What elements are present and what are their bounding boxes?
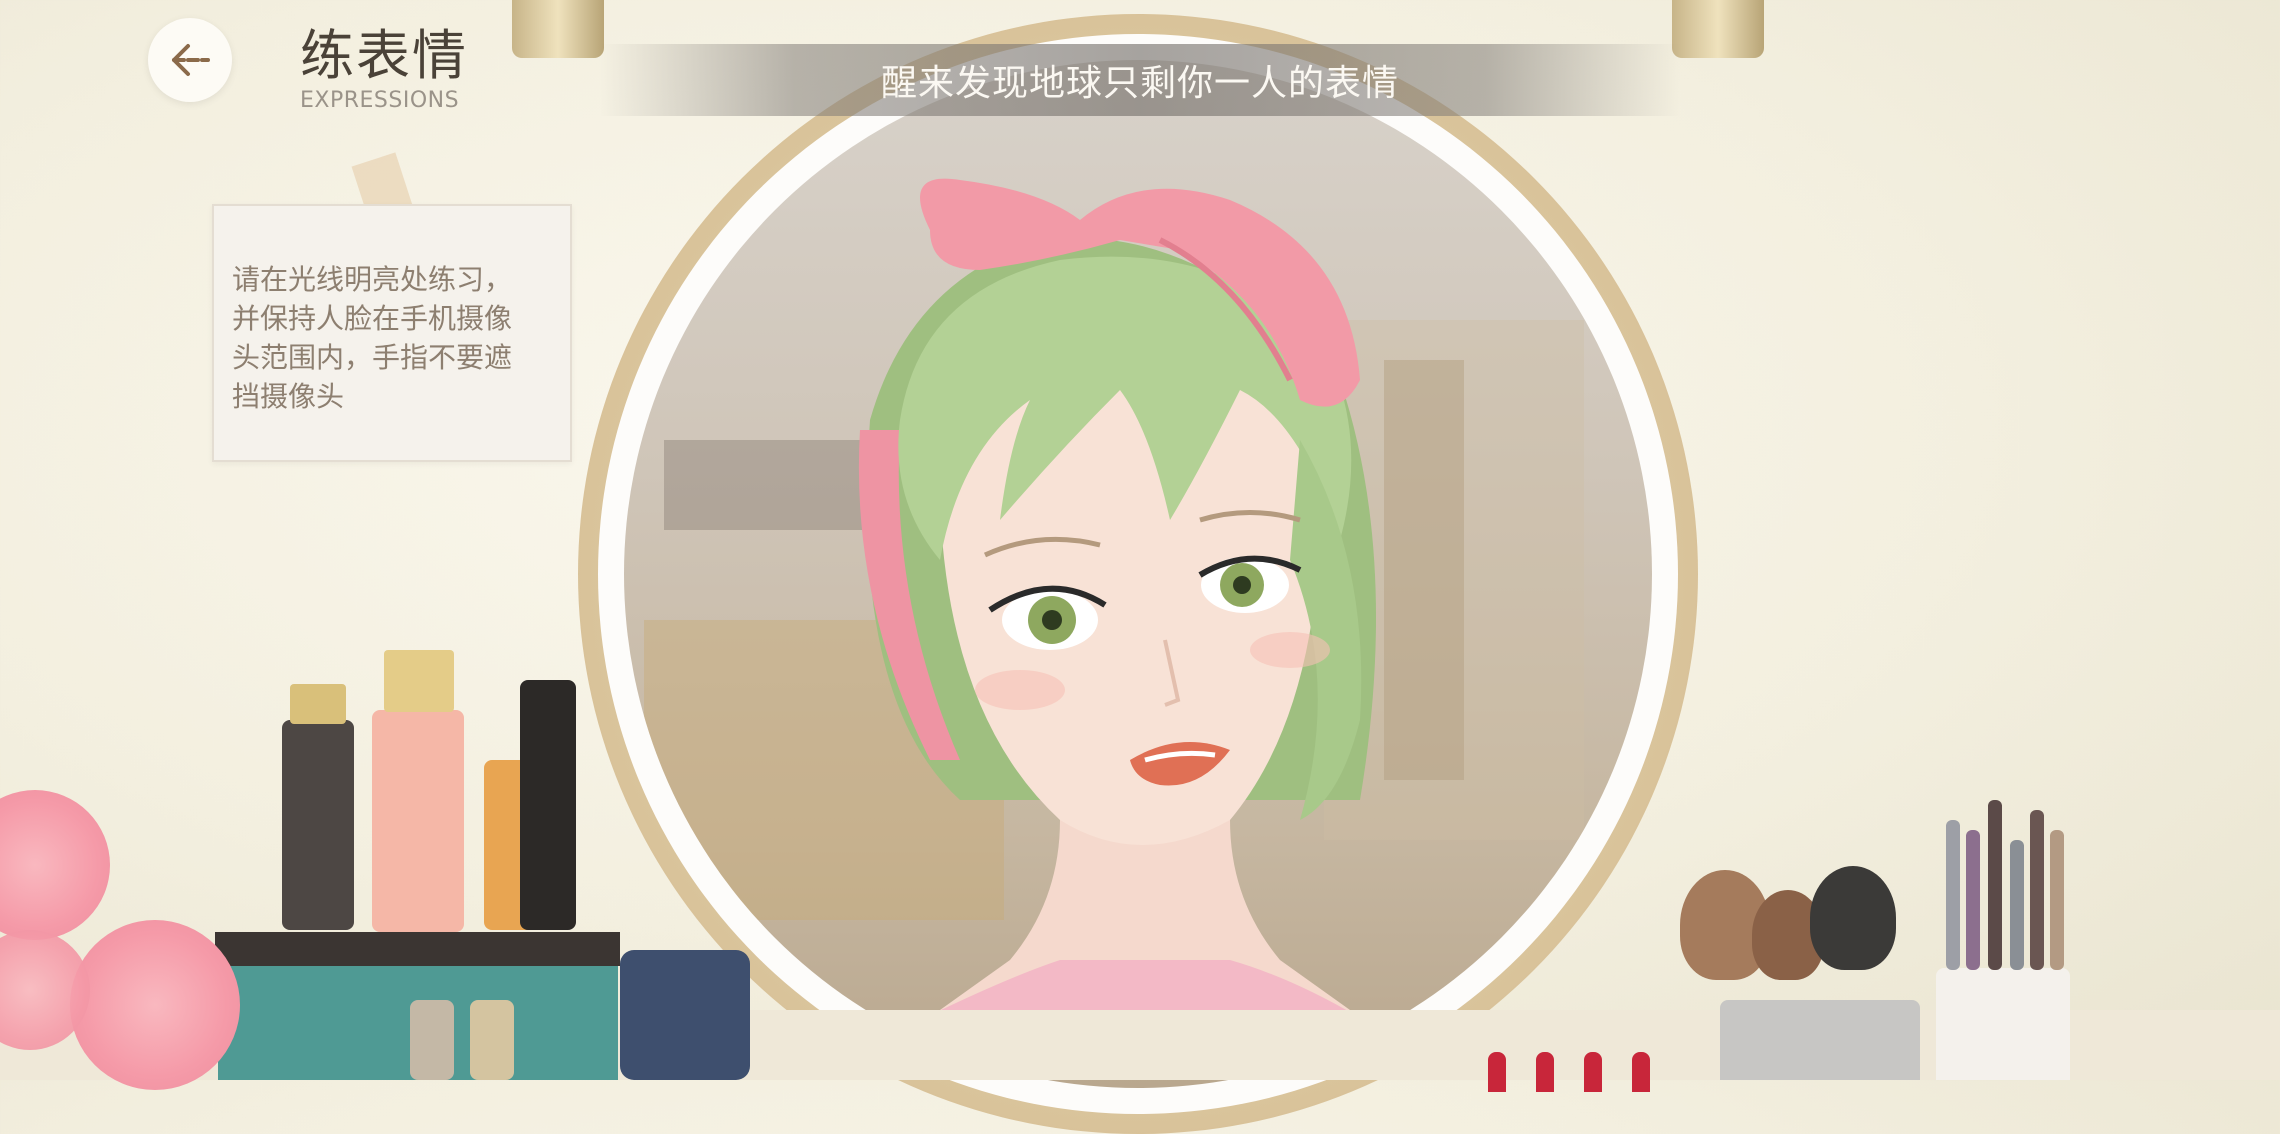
large-brush-3	[1810, 866, 1896, 970]
tip-note: 请在光线明亮处练习， 并保持人脸在手机摄像 头范围内，手指不要遮 挡摄像头	[212, 204, 572, 462]
brush-cup	[1936, 968, 2070, 1080]
lipstick-1	[1488, 1052, 1506, 1092]
lipstick-2	[1536, 1052, 1554, 1092]
brush-3	[1988, 800, 2002, 970]
expression-prompt-banner: 醒来发现地球只剩你一人的表情	[600, 44, 1680, 116]
flower-1	[0, 790, 110, 940]
mirror-rod-left	[512, 0, 604, 58]
brush-5	[2030, 810, 2044, 970]
expression-prompt-text: 醒来发现地球只剩你一人的表情	[880, 63, 1399, 104]
mirror-glass	[624, 60, 1652, 1088]
page-subtitle: EXPRESSIONS	[300, 88, 460, 113]
tip-note-body: 请在光线明亮处练习， 并保持人脸在手机摄像 头范围内，手指不要遮 挡摄像头	[232, 260, 562, 416]
serum-cap	[290, 684, 346, 724]
tip-line-4: 挡摄像头	[232, 380, 345, 413]
foundation-cap	[384, 650, 454, 712]
brush-2	[1966, 830, 1980, 970]
tip-line-3: 头范围内，手指不要遮	[232, 341, 513, 374]
tube-bottle	[520, 680, 576, 930]
mirror-rod-right	[1672, 0, 1764, 58]
brush-4	[2010, 840, 2024, 970]
brush-6	[2050, 830, 2064, 970]
brush-1	[1946, 820, 1960, 970]
jewelry-box-lid	[215, 932, 620, 966]
page-title: 练表情	[300, 24, 468, 87]
tip-line-2: 并保持人脸在手机摄像	[232, 302, 513, 335]
lipstick-4	[1632, 1052, 1650, 1092]
serum-bottle	[282, 720, 354, 930]
tip-line-1: 请在光线明亮处练习，	[232, 263, 513, 296]
perfume-bottle	[620, 950, 750, 1080]
arrow-left-icon	[172, 44, 210, 76]
game-scene	[0, 0, 2280, 1134]
foundation-bottle	[372, 710, 464, 932]
small-bottle-1	[470, 1000, 514, 1080]
small-bottle-2	[410, 1000, 454, 1080]
page-title-block: 练表情 EXPRESSIONS	[300, 24, 468, 114]
back-button[interactable]	[148, 18, 232, 102]
lipstick-3	[1584, 1052, 1602, 1092]
brush-holder	[1720, 1000, 1920, 1080]
flower-2	[70, 920, 240, 1090]
